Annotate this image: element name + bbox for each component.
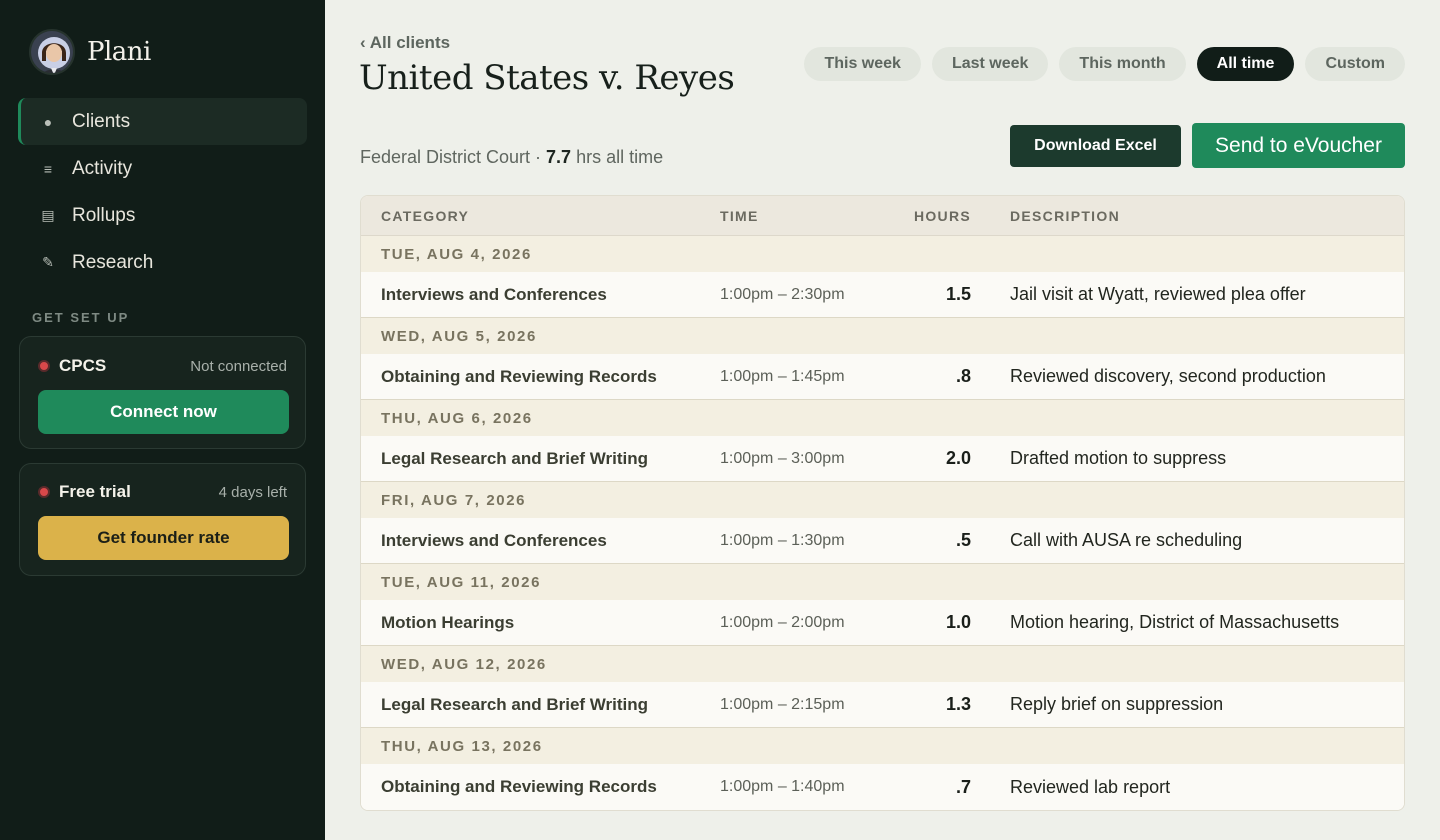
table-row[interactable]: Legal Research and Brief Writing 1:00pm –… [361, 436, 1404, 482]
trial-status: 4 days left [218, 483, 287, 501]
table-header: CATEGORY TIME HOURS DESCRIPTION [361, 196, 1404, 236]
table-row[interactable]: Legal Research and Brief Writing 1:00pm –… [361, 682, 1404, 728]
clients-icon: ● [43, 113, 53, 130]
download-excel-button[interactable]: Download Excel [1010, 125, 1181, 167]
rollups-icon: ▤ [41, 207, 55, 223]
entry-category: Interviews and Conferences [381, 530, 607, 550]
date-group-header: WED, AUG 12, 2026 [361, 646, 1404, 682]
sidebar-item-activity[interactable]: ≡ Activity [18, 145, 307, 192]
filter-custom[interactable]: Custom [1305, 47, 1405, 81]
setup-section-title: GET SET UP [32, 310, 130, 325]
date-group-header: TUE, AUG 4, 2026 [361, 236, 1404, 272]
entry-time: 1:00pm – 3:00pm [720, 449, 845, 467]
brand: Plani [29, 29, 151, 75]
time-filter-group: This week Last week This month All time … [804, 47, 1405, 81]
entry-description: Drafted motion to suppress [1010, 448, 1227, 468]
send-to-evoucher-button[interactable]: Send to eVoucher [1192, 123, 1405, 168]
status-dot-icon [38, 360, 50, 372]
table-row[interactable]: Obtaining and Reviewing Records 1:00pm – … [361, 354, 1404, 400]
filter-last-week[interactable]: Last week [931, 47, 1049, 81]
trial-card: Free trial 4 days left Get founder rate [19, 463, 306, 576]
entry-description: Reviewed discovery, second production [1010, 366, 1326, 386]
entry-category: Interviews and Conferences [381, 284, 607, 304]
column-header-time: TIME [720, 207, 759, 224]
filter-this-month[interactable]: This month [1059, 47, 1186, 81]
date-group-header: THU, AUG 6, 2026 [361, 400, 1404, 436]
column-header-category: CATEGORY [381, 207, 470, 224]
entry-time: 1:00pm – 2:30pm [720, 285, 845, 303]
entry-hours: .8 [955, 366, 971, 386]
connect-now-button[interactable]: Connect now [38, 390, 289, 434]
get-founder-rate-button[interactable]: Get founder rate [38, 516, 289, 560]
entry-category: Legal Research and Brief Writing [381, 448, 649, 468]
status-dot-icon [38, 486, 50, 498]
app-name: Plani [87, 37, 151, 67]
entry-hours: 1.5 [945, 284, 971, 304]
filter-all-time[interactable]: All time [1196, 47, 1295, 81]
total-hours: 7.7 [546, 147, 572, 167]
entry-hours: 1.3 [945, 694, 971, 714]
entry-time: 1:00pm – 2:00pm [720, 613, 845, 631]
table-row[interactable]: Motion Hearings 1:00pm – 2:00pm 1.0 Motion … [361, 600, 1404, 646]
hours-suffix: hrs all time [571, 147, 664, 167]
research-icon: ✎ [42, 254, 54, 270]
sidebar-item-label: Activity [72, 157, 133, 179]
date-group-header: WED, AUG 5, 2026 [361, 318, 1404, 354]
date-group-header: FRI, AUG 7, 2026 [361, 482, 1404, 518]
entry-description: Motion hearing, District of Massachusett… [1010, 612, 1340, 632]
entry-hours: .5 [955, 530, 971, 550]
sidebar-item-label: Research [72, 251, 154, 273]
avatar [29, 29, 75, 75]
cpcs-status: Not connected [190, 357, 287, 375]
sidebar-item-rollups[interactable]: ▤ Rollups [18, 192, 307, 239]
entry-description: Reply brief on suppression [1010, 694, 1224, 714]
cpcs-label: CPCS [59, 356, 107, 375]
court-name: Federal District Court · [360, 147, 547, 167]
entry-hours: 2.0 [945, 448, 971, 468]
table-body: TUE, AUG 4, 2026 Interviews and Conferenc… [361, 236, 1404, 810]
page-title: United States v. Reyes [359, 58, 735, 98]
entry-hours: .7 [955, 776, 971, 797]
entry-category: Obtaining and Reviewing Records [381, 366, 657, 386]
sidebar-item-clients[interactable]: ● Clients [18, 98, 307, 145]
table-row[interactable]: Obtaining and Reviewing Records 1:00pm – … [361, 764, 1404, 810]
date-group-header: TUE, AUG 11, 2026 [361, 564, 1404, 600]
column-header-description: DESCRIPTION [1010, 207, 1120, 224]
entry-description: Reviewed lab report [1010, 776, 1171, 797]
sidebar-nav: ● Clients ≡ Activity ▤ Rollups ✎ Researc… [18, 98, 307, 286]
trial-label: Free trial [59, 482, 131, 501]
entry-time: 1:00pm – 1:40pm [720, 778, 845, 795]
entry-time: 1:00pm – 2:15pm [720, 695, 845, 713]
table-row[interactable]: Interviews and Conferences 1:00pm – 2:30p… [361, 272, 1404, 318]
sidebar: Plani ● Clients ≡ Activity ▤ Rollups ✎ R… [0, 0, 325, 840]
sidebar-item-research[interactable]: ✎ Research [18, 239, 307, 286]
entry-category: Obtaining and Reviewing Records [381, 777, 657, 796]
date-group-header: THU, AUG 13, 2026 [361, 728, 1404, 764]
column-header-hours: HOURS [913, 207, 971, 224]
case-summary: Federal District Court · 7.7 hrs all tim… [360, 147, 663, 168]
entry-description: Call with AUSA re scheduling [1010, 530, 1243, 550]
cpcs-card: CPCS Not connected Connect now [19, 336, 306, 449]
entry-description: Jail visit at Wyatt, reviewed plea offer [1010, 284, 1306, 304]
sidebar-item-label: Rollups [72, 204, 136, 226]
table-row[interactable]: Interviews and Conferences 1:00pm – 1:30p… [361, 518, 1404, 564]
back-to-clients-link[interactable]: ‹ All clients [360, 33, 450, 53]
entry-time: 1:00pm – 1:30pm [720, 531, 845, 549]
sidebar-item-label: Clients [72, 110, 131, 132]
filter-this-week[interactable]: This week [804, 47, 921, 81]
activity-icon: ≡ [43, 160, 53, 177]
time-entries-table: CATEGORY TIME HOURS DESCRIPTION TUE, AUG… [360, 195, 1405, 811]
entry-category: Legal Research and Brief Writing [381, 694, 649, 714]
entry-hours: 1.0 [945, 612, 971, 632]
entry-time: 1:00pm – 1:45pm [720, 367, 845, 385]
entry-category: Motion Hearings [381, 612, 515, 632]
